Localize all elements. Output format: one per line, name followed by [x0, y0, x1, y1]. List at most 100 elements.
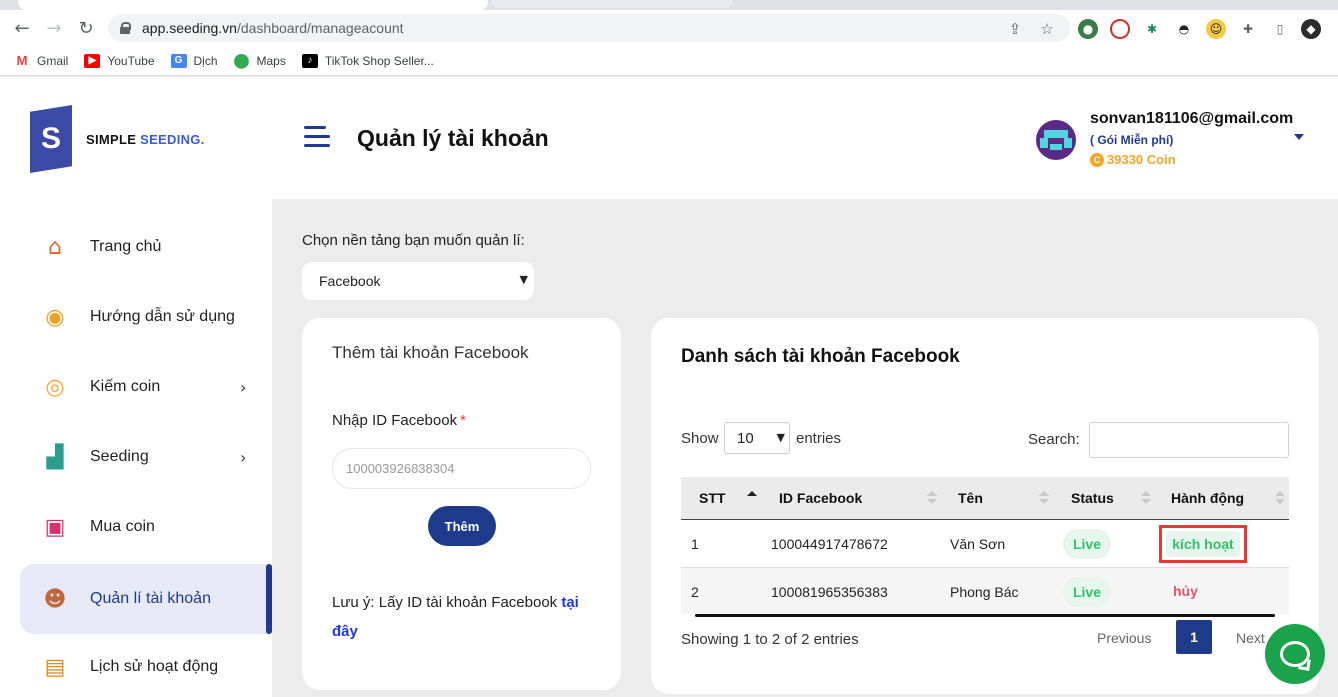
column-header-status[interactable]: Status — [1071, 490, 1114, 506]
chevron-down-icon: ▼ — [519, 273, 528, 286]
add-card-title: Thêm tài khoản Facebook — [332, 343, 529, 362]
add-account-card: Thêm tài khoản Facebook Nhập ID Facebook… — [302, 318, 621, 690]
cancel-button[interactable]: hủy — [1173, 583, 1198, 599]
sidebar-item-label: Mua coin — [90, 518, 155, 535]
pagination-page-1[interactable]: 1 — [1176, 620, 1212, 654]
extension-puzzle-green-icon[interactable]: ✱ — [1142, 19, 1162, 39]
user-dropdown-caret-icon[interactable] — [1294, 134, 1304, 140]
sort-icon[interactable] — [927, 491, 937, 505]
sidebar-item-guide[interactable]: ◉ Hướng dẫn sử dụng — [20, 282, 272, 352]
sidebar-item-seeding[interactable]: ▟ Seeding › — [20, 422, 272, 492]
back-icon[interactable]: ← — [10, 16, 34, 40]
bookmark-gmail[interactable]: M Gmail — [14, 53, 69, 68]
platform-select[interactable]: Facebook ▼ — [302, 262, 534, 300]
sidebar-item-label: Quản lí tài khoản — [90, 590, 211, 607]
entries-value: 10 — [737, 429, 754, 447]
add-button[interactable]: Thêm — [428, 506, 496, 546]
table-header: STT ID Facebook Tên Status Hành động — [681, 477, 1289, 520]
side-panel-icon[interactable]: ▯ — [1270, 19, 1290, 39]
tiktok-icon: ♪ — [301, 53, 318, 68]
share-icon[interactable]: ⇪ — [1006, 20, 1024, 38]
bookmark-tiktok[interactable]: ♪ TikTok Shop Seller... — [301, 53, 434, 68]
extension-globe-icon[interactable]: ● — [1078, 19, 1098, 39]
bookmark-label: Gmail — [37, 53, 69, 68]
coins-icon: ◎ — [45, 374, 65, 400]
logo-mark: S — [30, 105, 72, 173]
platform-selected-value: Facebook — [319, 273, 381, 289]
extension-hat-icon[interactable]: ◓ — [1174, 19, 1194, 39]
sidebar-item-label: Seeding — [90, 448, 149, 465]
activate-button[interactable]: kích hoạt — [1166, 531, 1240, 557]
logo-text-b: SEEDING. — [140, 131, 205, 147]
forward-icon[interactable]: → — [42, 16, 66, 40]
sidebar-item-buy-coin[interactable]: ▣ Mua coin — [20, 492, 272, 562]
extensions-puzzle-icon[interactable]: ✚ — [1238, 19, 1258, 39]
sidebar-item-earn-coin[interactable]: ◎ Kiếm coin › — [20, 352, 272, 422]
cell-id: 100044917478672 — [771, 536, 888, 552]
platform-label: Chọn nền tảng bạn muốn quản lí: — [302, 232, 525, 249]
browser-tab-active[interactable] — [18, 0, 488, 10]
users-icon: ☻ — [43, 586, 67, 612]
facebook-id-label: Nhập ID Facebook * — [332, 412, 466, 429]
sidebar-item-history[interactable]: ▤ Lịch sử hoạt động — [20, 632, 272, 697]
sidebar-item-manage-account[interactable]: ☻ Quản lí tài khoản — [20, 564, 272, 634]
bookmark-label: Maps — [256, 53, 286, 68]
sidebar-item-label: Hướng dẫn sử dụng — [90, 308, 235, 325]
sort-icon[interactable] — [1039, 491, 1049, 505]
top-header: Quản lý tài khoản sonvan181106@gmail.com… — [272, 77, 1338, 199]
bookmark-label: TikTok Shop Seller... — [324, 53, 434, 68]
bookmark-youtube[interactable]: ▶ YouTube — [84, 53, 155, 68]
address-bar[interactable]: app.seeding.vn/dashboard/manageacount ⇪ … — [108, 14, 1070, 42]
bookmark-maps[interactable]: ⬤ Maps — [233, 52, 286, 68]
profile-avatar-icon[interactable]: ◆ — [1301, 19, 1321, 39]
search-label: Search: — [1028, 431, 1080, 448]
user-email: sonvan181106@gmail.com — [1090, 110, 1294, 127]
cell-stt: 1 — [691, 536, 699, 552]
entries-select[interactable]: 10 ▼ — [724, 422, 790, 454]
sort-asc-icon[interactable] — [747, 491, 757, 505]
table-row: 2 100081965356383 Phong Bác Live hủy — [681, 568, 1289, 614]
user-coin-value: 39330 Coin — [1107, 152, 1176, 167]
note-text: Lưu ý: Lấy ID tài khoản Facebook tại đây — [332, 588, 602, 646]
column-header-id[interactable]: ID Facebook — [779, 490, 862, 506]
bookmarks-bar: M Gmail ▶ YouTube G Dịch ⬤ Maps ♪ TikTok Shop… — [0, 46, 1338, 76]
sort-icon[interactable] — [1275, 491, 1285, 505]
chat-bubble-icon[interactable] — [1265, 624, 1325, 684]
logo[interactable]: S SIMPLE SEEDING. — [30, 105, 205, 173]
extension-emoji-icon[interactable]: ☺ — [1206, 19, 1226, 39]
column-header-stt[interactable]: STT — [699, 490, 725, 506]
bookmark-translate[interactable]: G Dịch — [170, 53, 218, 68]
browser-toolbar: ← → ↻ app.seeding.vn/dashboard/manageaco… — [0, 10, 1338, 46]
chevron-right-icon: › — [240, 447, 247, 467]
star-icon[interactable]: ☆ — [1038, 20, 1056, 38]
avatar[interactable] — [1036, 120, 1076, 160]
url-text: app.seeding.vn/dashboard/manageacount — [142, 20, 404, 36]
table-row: 1 100044917478672 Văn Sơn Live kích hoạt — [681, 520, 1289, 568]
show-label: Show — [681, 430, 719, 447]
search-input[interactable] — [1089, 422, 1289, 458]
extension-pokeball-icon[interactable] — [1110, 19, 1130, 39]
sort-icon[interactable] — [1141, 491, 1151, 505]
hamburger-menu-icon[interactable] — [304, 126, 330, 148]
gmail-icon: M — [16, 53, 28, 68]
cell-id: 100081965356383 — [771, 584, 888, 600]
page-title: Quản lý tài khoản — [357, 125, 549, 151]
facebook-id-input[interactable] — [332, 448, 591, 489]
pagination-previous[interactable]: Previous — [1097, 630, 1151, 646]
tab-strip — [0, 0, 1338, 10]
column-header-name[interactable]: Tên — [958, 490, 983, 506]
url-host: app.seeding.vn — [142, 20, 237, 36]
sidebar-item-label: Trang chủ — [90, 238, 162, 255]
reload-icon[interactable]: ↻ — [74, 16, 98, 40]
browser-tab-background[interactable] — [492, 0, 732, 8]
pagination-next[interactable]: Next — [1236, 630, 1265, 646]
chevron-down-icon: ▼ — [776, 431, 785, 444]
logo-text: SIMPLE SEEDING. — [86, 132, 205, 147]
column-header-action[interactable]: Hành động — [1171, 490, 1244, 506]
logo-text-a: SIMPLE — [86, 131, 141, 147]
table-horizontal-scrollbar[interactable] — [695, 614, 1275, 617]
url-path: /dashboard/manageacount — [236, 20, 404, 36]
book-icon: ◉ — [45, 304, 65, 330]
maps-pin-icon: ⬤ — [233, 52, 250, 68]
sidebar-item-home[interactable]: ⌂ Trang chủ — [20, 212, 272, 282]
